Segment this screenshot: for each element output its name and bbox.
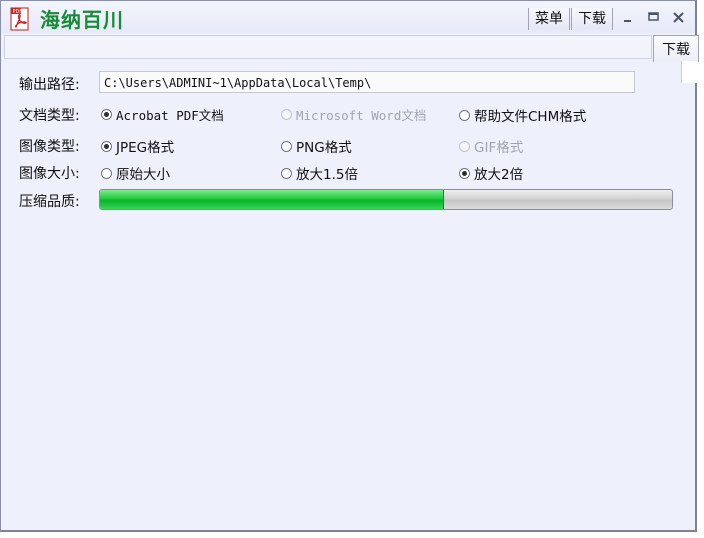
output-path-label: 输出路径: (19, 77, 80, 93)
radio-label: PNG格式 (296, 140, 352, 156)
radio-label: 帮助文件CHM格式 (474, 109, 587, 125)
tab-download[interactable]: 下载 (653, 35, 699, 62)
radio-dot (281, 109, 292, 120)
quality-fill (100, 190, 445, 209)
radio-image-gif: GIF格式 (459, 136, 523, 156)
radio-label: Acrobat PDF文档 (116, 108, 224, 123)
radio-label: 放大2倍 (474, 167, 524, 183)
radio-doc-chm[interactable]: 帮助文件CHM格式 (459, 105, 586, 125)
radio-image-jpeg[interactable]: JPEG格式 (101, 136, 174, 156)
toolbar-strip (4, 35, 652, 59)
quality-label: 压缩品质: (19, 194, 80, 210)
radio-doc-word: Microsoft Word文档 (281, 105, 426, 124)
app-window: PDF 海纳百川 菜单 下载 下载 输出路径: C:\Users\ADMINI~… (0, 0, 699, 532)
radio-dot (101, 140, 112, 152)
radio-dot (459, 167, 470, 179)
tab-panel-edge (681, 61, 697, 83)
radio-size-original[interactable]: 原始大小 (101, 163, 170, 183)
close-icon[interactable] (669, 8, 689, 28)
radio-image-png[interactable]: PNG格式 (281, 136, 352, 156)
svg-text:PDF: PDF (13, 9, 23, 15)
radio-dot (101, 109, 112, 120)
app-title: 海纳百川 (40, 8, 124, 32)
pdf-icon: PDF (10, 7, 29, 31)
image-type-label: 图像类型: (19, 139, 80, 155)
radio-size-1-5x[interactable]: 放大1.5倍 (281, 163, 358, 183)
radio-doc-pdf[interactable]: Acrobat PDF文档 (101, 105, 224, 124)
download-button[interactable]: 下载 (571, 8, 613, 30)
radio-dot (459, 109, 470, 121)
image-size-label: 图像大小: (19, 166, 80, 182)
radio-dot (281, 140, 292, 152)
radio-dot (459, 140, 470, 152)
radio-label: 原始大小 (116, 167, 170, 183)
radio-dot (281, 167, 292, 179)
radio-label: Microsoft Word文档 (296, 108, 427, 123)
radio-dot (101, 167, 112, 179)
menu-button[interactable]: 菜单 (528, 8, 570, 30)
quality-slider[interactable] (99, 189, 673, 210)
radio-label: GIF格式 (474, 140, 524, 156)
radio-label: JPEG格式 (116, 140, 175, 156)
maximize-icon[interactable] (644, 8, 664, 28)
doc-type-label: 文档类型: (19, 108, 80, 124)
radio-size-2x[interactable]: 放大2倍 (459, 163, 523, 183)
radio-label: 放大1.5倍 (296, 167, 358, 183)
output-path-field[interactable]: C:\Users\ADMINI~1\AppData\Local\Temp\ (99, 71, 635, 93)
title-bar[interactable]: PDF 海纳百川 菜单 下载 (1, 1, 695, 33)
minimize-icon[interactable] (618, 8, 638, 28)
